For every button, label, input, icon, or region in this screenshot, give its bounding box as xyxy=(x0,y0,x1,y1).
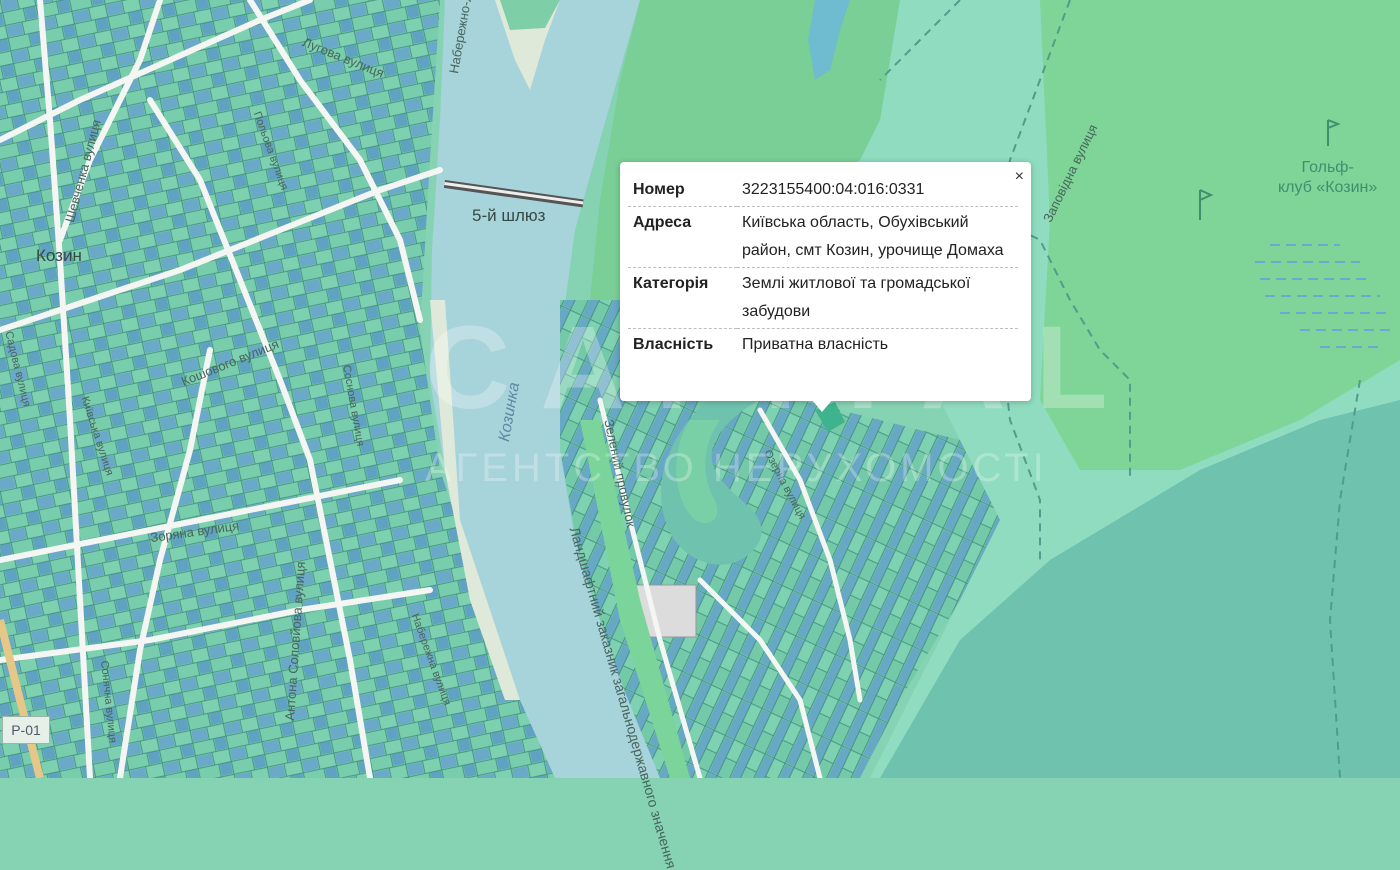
row-value: Приватна власність xyxy=(742,336,889,353)
table-row: Власність Приватна власність xyxy=(628,329,1018,362)
golf-club-label-line1: Гольф- xyxy=(1301,159,1354,176)
row-value: Київська область, Обухівський район, смт… xyxy=(737,206,1018,268)
row-key: Власність xyxy=(633,336,714,353)
row-key: Категорія xyxy=(628,267,737,329)
road-badge: P-01 xyxy=(2,716,50,744)
row-key: Номер xyxy=(628,174,737,207)
parcel-info-popup: × Номер 3223155400:04:016:0331 Адреса Ки… xyxy=(620,162,1031,401)
parcel-info-table: Номер 3223155400:04:016:0331 Адреса Київ… xyxy=(628,174,1018,361)
town-label: Козин xyxy=(36,246,82,265)
table-row: Адреса Київська область, Обухівський рай… xyxy=(628,206,1018,268)
table-row: Номер 3223155400:04:016:0331 xyxy=(628,174,1018,207)
golf-club-label-line2: клуб «Козин» xyxy=(1278,179,1378,196)
row-key: Адреса xyxy=(628,206,737,268)
table-row: Категорія Землі житлової та громадської … xyxy=(628,267,1018,329)
golf-club-label: Гольф- клуб «Козин» xyxy=(1278,158,1377,198)
popup-pointer xyxy=(812,400,832,412)
row-value: Землі житлової та громадської забудови xyxy=(737,267,1018,329)
row-value: 3223155400:04:016:0331 xyxy=(737,174,1018,207)
lock-label: 5-й шлюз xyxy=(472,206,546,225)
